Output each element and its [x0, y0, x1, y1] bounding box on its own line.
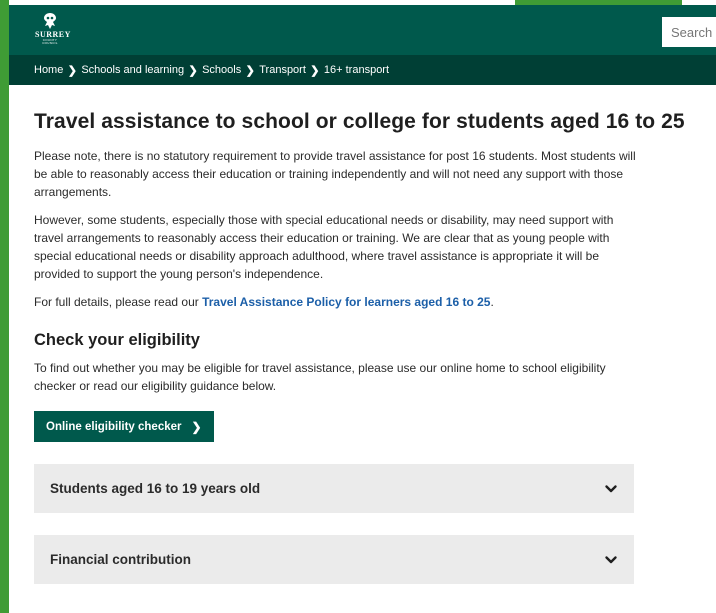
accordion-label: Students aged 16 to 19 years old — [50, 481, 261, 496]
policy-text-prefix: For full details, please read our — [34, 295, 203, 309]
chevron-right-icon: ❯ — [67, 64, 77, 77]
eligibility-paragraph: To find out whether you may be eligible … — [34, 361, 606, 393]
page-title: Travel assistance to school or college f… — [34, 110, 685, 133]
chevron-down-icon — [605, 555, 617, 563]
breadcrumb-transport[interactable]: Transport — [259, 64, 306, 76]
online-eligibility-checker-button[interactable]: Online eligibility checker ❯ — [34, 411, 214, 442]
search-input[interactable] — [662, 17, 716, 47]
policy-paragraph: For full details, please read our Travel… — [34, 293, 644, 311]
chevron-right-icon: ❯ — [191, 419, 202, 434]
support-paragraph: However, some students, especially those… — [34, 213, 614, 281]
chevron-right-icon: ❯ — [188, 64, 198, 77]
left-accent-strip — [0, 0, 9, 613]
policy-text-suffix: . — [490, 295, 494, 309]
surrey-logo[interactable]: SURREY COUNTY COUNCIL — [35, 12, 70, 50]
crest-icon — [44, 13, 56, 29]
breadcrumb-home[interactable]: Home — [34, 64, 63, 76]
policy-link[interactable]: Travel Assistance Policy for learners ag… — [202, 295, 490, 309]
accordion-financial-contribution[interactable]: Financial contribution — [34, 535, 634, 584]
accordion-label: Financial contribution — [50, 552, 191, 567]
chevron-down-icon — [605, 484, 617, 492]
accordion-students-16-to-19[interactable]: Students aged 16 to 19 years old — [34, 464, 634, 513]
eligibility-heading: Check your eligibility — [34, 331, 200, 349]
logo-subtitle: COUNTY COUNCIL — [42, 38, 58, 45]
checker-button-label: Online eligibility checker — [46, 420, 182, 433]
breadcrumb-16-plus-transport[interactable]: 16+ transport — [324, 64, 389, 76]
intro-paragraph: Please note, there is no statutory requi… — [34, 149, 636, 199]
breadcrumb-schools-and-learning[interactable]: Schools and learning — [81, 64, 184, 76]
chevron-right-icon: ❯ — [245, 64, 255, 77]
breadcrumb-schools[interactable]: Schools — [202, 64, 241, 76]
site-header: SURREY COUNTY COUNCIL — [9, 5, 716, 55]
breadcrumb: Home ❯ Schools and learning ❯ Schools ❯ … — [9, 55, 716, 85]
chevron-right-icon: ❯ — [310, 64, 320, 77]
main-content: Travel assistance to school or college f… — [34, 85, 714, 584]
